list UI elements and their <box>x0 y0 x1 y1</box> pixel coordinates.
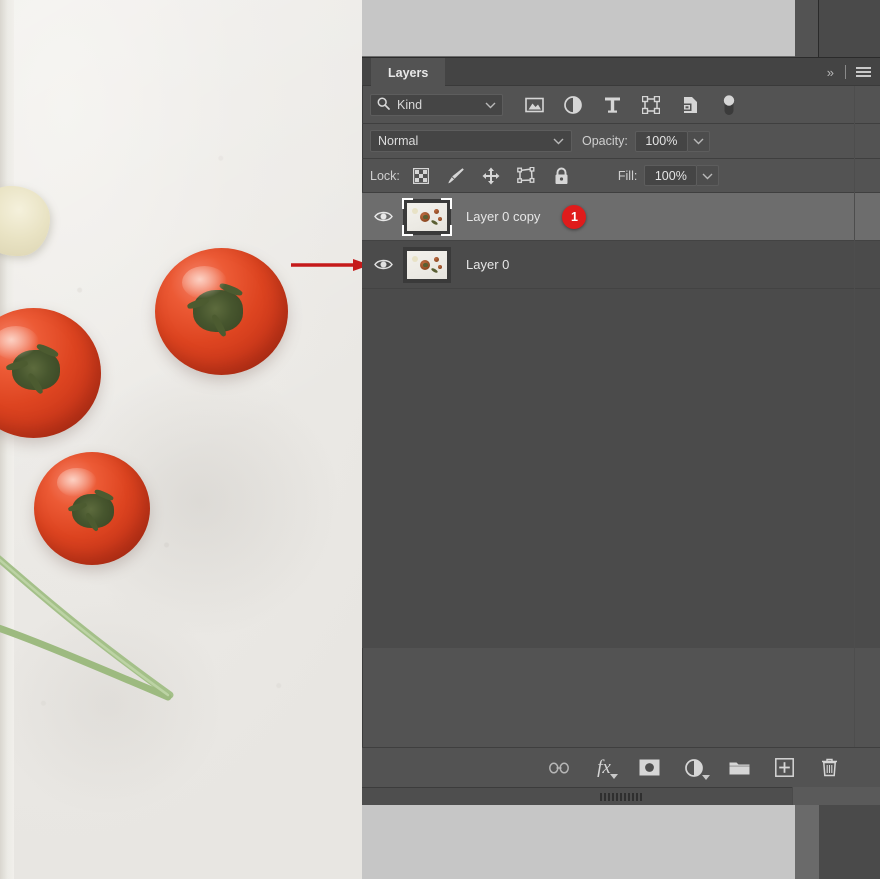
tomato-stem <box>5 342 60 396</box>
move-arrows-icon[interactable] <box>482 166 501 185</box>
opacity-stepper[interactable] <box>687 130 710 152</box>
chevron-double-right-icon[interactable]: » <box>827 65 835 80</box>
grip-dots <box>600 792 642 801</box>
smart-object-icon[interactable] <box>680 95 700 115</box>
link-chain-icon[interactable] <box>548 757 570 779</box>
layer-thumbnail[interactable] <box>402 197 452 236</box>
panel-tab-bar: Layers » <box>362 58 880 86</box>
paintbrush-icon[interactable] <box>447 166 466 185</box>
fill-stepper[interactable] <box>697 165 720 186</box>
adjustment-halfcircle-icon[interactable] <box>563 95 583 115</box>
adjustment-halfcircle-icon[interactable] <box>683 757 710 780</box>
layer-filter-icons <box>524 94 739 115</box>
green-onion-stems <box>0 555 174 701</box>
type-t-icon[interactable] <box>602 95 622 115</box>
table-row[interactable]: Layer 0 copy 1 <box>362 193 880 241</box>
canvas-area-below <box>362 805 795 879</box>
panel-gutter-top-right <box>819 0 880 57</box>
layer-filter-row: Kind <box>362 86 880 124</box>
tomato-stem <box>67 488 115 533</box>
search-icon <box>377 97 390 113</box>
chevron-down-icon[interactable] <box>485 98 496 112</box>
fill-value: 100% <box>654 168 687 183</box>
opacity-label: Opacity: <box>582 134 628 148</box>
panel-resize-grip[interactable] <box>362 787 880 805</box>
panel-gutter-bottom-right <box>819 805 880 879</box>
lock-buttons <box>412 166 571 185</box>
folder-icon[interactable] <box>728 757 750 779</box>
checkerboard-icon[interactable] <box>412 166 431 185</box>
opacity-input[interactable]: 100% <box>634 130 688 152</box>
red-arrow-right-icon <box>291 259 362 271</box>
hamburger-menu-icon[interactable] <box>856 67 871 77</box>
image-icon[interactable] <box>524 95 544 115</box>
canvas-area-above <box>362 0 795 57</box>
panel-scroll-gutter[interactable] <box>854 86 880 787</box>
tab-separator <box>845 65 846 79</box>
layers-bottom-toolbar: fx <box>362 747 880 787</box>
toggle-switch-icon[interactable] <box>719 94 739 115</box>
trash-icon[interactable] <box>818 757 840 779</box>
shape-frame-icon[interactable] <box>641 95 661 115</box>
filter-kind-label: Kind <box>397 97 423 112</box>
fill-input[interactable]: 100% <box>644 165 698 186</box>
lock-label: Lock: <box>370 168 400 183</box>
tomato-top <box>155 248 288 375</box>
status-badge: 1 <box>562 204 587 229</box>
plus-square-icon[interactable] <box>773 757 795 779</box>
eye-icon[interactable] <box>374 210 400 223</box>
fx-icon[interactable]: fx <box>593 757 618 779</box>
photo-shading <box>0 0 362 879</box>
photo-left-edge <box>0 0 14 879</box>
fx-label: fx <box>597 757 611 778</box>
artboard-icon[interactable] <box>517 166 536 185</box>
panel-gutter-bottom <box>795 805 819 879</box>
panel-grip-right <box>792 787 880 805</box>
tomato-stem <box>186 281 244 338</box>
blend-mode-dropdown[interactable]: Normal <box>370 130 572 152</box>
chevron-down-icon[interactable] <box>553 134 564 148</box>
blend-mode-value: Normal <box>378 134 419 148</box>
tab-layers-label: Layers <box>388 66 429 80</box>
fill-label: Fill: <box>617 168 638 183</box>
lock-row: Lock: Fill: 100% <box>362 159 880 193</box>
table-row[interactable]: Layer 0 <box>362 241 880 289</box>
opacity-value: 100% <box>645 134 678 148</box>
eye-icon[interactable] <box>374 258 400 271</box>
layer-list[interactable]: Layer 0 copy 1 Layer 0 <box>362 193 880 648</box>
layers-panel: Layers » Kind Normal Opacity: 100% Lock:… <box>362 57 880 805</box>
layer-thumbnail[interactable] <box>402 246 452 284</box>
document-canvas-photo[interactable] <box>0 0 362 879</box>
padlock-icon[interactable] <box>552 166 571 185</box>
layer-name[interactable]: Layer 0 <box>466 257 509 272</box>
filter-kind-dropdown[interactable]: Kind <box>370 93 503 116</box>
tab-layers[interactable]: Layers <box>371 58 446 86</box>
panel-tab-controls: » <box>827 58 871 86</box>
panel-gutter-top <box>795 0 819 57</box>
layer-mask-icon[interactable] <box>638 757 660 779</box>
layer-name[interactable]: Layer 0 copy <box>466 209 540 224</box>
blend-mode-row: Normal Opacity: 100% <box>362 124 880 159</box>
